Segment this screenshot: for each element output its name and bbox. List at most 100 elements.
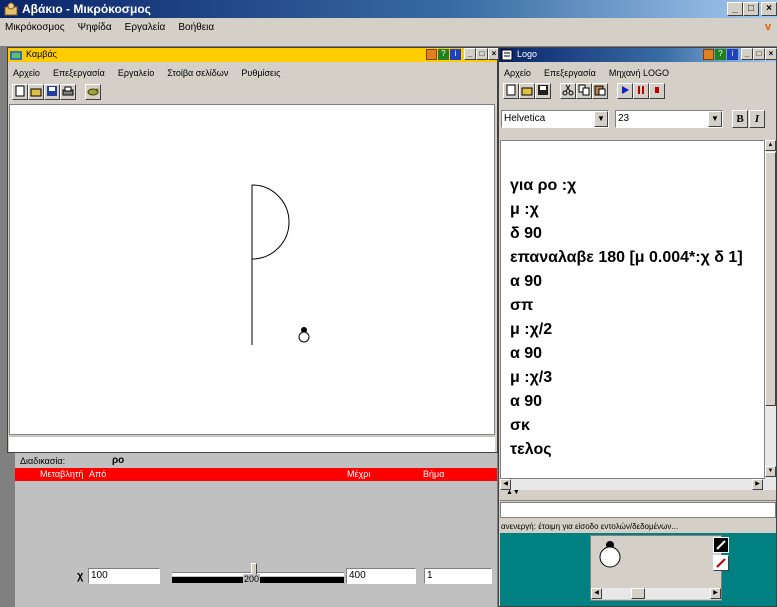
step-value-field[interactable]: 1	[424, 568, 492, 584]
turtle-tool-icon[interactable]	[85, 84, 102, 100]
code-line: τελος	[510, 441, 552, 458]
logo-pin-icon[interactable]	[703, 49, 714, 60]
canvas-menu-ergaleio[interactable]: Εργαλείο	[113, 66, 159, 80]
code-lines: για ρο :χ μ :χ δ 90 επαναλαβε 180 [μ 0.0…	[510, 174, 743, 462]
preview-scroll-left-button[interactable]: ◀	[591, 588, 602, 599]
chevron-down-icon[interactable]: v	[765, 18, 771, 36]
code-line: α 90	[510, 345, 543, 362]
close-button[interactable]: ×	[761, 2, 777, 16]
editor-horizontal-scrollbar[interactable]: ◀ ▶	[500, 479, 776, 490]
scroll-right-button[interactable]: ▶	[752, 479, 763, 490]
app-title: Αβάκιο - Μικρόκοσμος	[22, 2, 151, 16]
editor-splitter[interactable]: ▲▼	[500, 489, 776, 501]
minimize-button[interactable]: _	[727, 2, 743, 16]
app-menubar: Μικρόκοσμος Ψηφίδα Εργαλεία Βοήθεια v	[0, 18, 777, 36]
procedure-name: ρο	[112, 455, 125, 466]
new-file-icon[interactable]	[503, 83, 519, 99]
copy-icon[interactable]	[576, 83, 593, 99]
bold-button[interactable]: B	[732, 110, 748, 128]
save-file-icon[interactable]	[44, 84, 60, 100]
to-value-field[interactable]: 400	[346, 568, 416, 584]
canvas-menu-epexergasia[interactable]: Επεξεργασία	[48, 66, 110, 80]
font-family-select[interactable]: Helvetica ▼	[501, 110, 609, 128]
menu-ergaleia[interactable]: Εργαλεία	[120, 19, 171, 37]
logo-menu-arxeio[interactable]: Αρχείο	[499, 66, 536, 80]
help-icon[interactable]: ?	[438, 49, 449, 60]
menu-psifida[interactable]: Ψηφίδα	[73, 19, 117, 37]
app-icon	[4, 2, 18, 16]
logo-title: Logo	[517, 49, 538, 59]
menubar-divider	[0, 36, 777, 47]
font-family-dropdown-icon[interactable]: ▼	[594, 111, 608, 127]
stop-icon[interactable]	[649, 83, 666, 99]
logo-close-button[interactable]: ×	[765, 48, 777, 60]
eraser-pencil-icon	[716, 558, 726, 568]
logo-window: Logo ? i _ □ × Αρχείο Επεξεργασία Μηχανή…	[498, 47, 777, 607]
pen-up-button[interactable]	[713, 555, 729, 571]
scroll-up-button[interactable]: ▲	[765, 140, 776, 151]
logo-menubar: Αρχείο Επεξεργασία Μηχανή LOGO	[499, 66, 674, 80]
header-to: Μέχρι	[347, 469, 371, 479]
open-file-icon[interactable]	[28, 84, 44, 100]
save-icon[interactable]	[535, 83, 551, 99]
turtle-icon	[298, 327, 310, 343]
header-variable: Μεταβλητή	[40, 469, 84, 479]
editor-vertical-scrollbar[interactable]: ▲ ▼	[765, 140, 776, 479]
canvas-titlebar[interactable]: Καμβάς ? i _ □ ×	[8, 48, 500, 62]
font-family-value: Helvetica	[504, 113, 546, 124]
canvas-maximize-button[interactable]: □	[476, 48, 488, 60]
scroll-thumb[interactable]	[765, 152, 776, 406]
canvas-title: Καμβάς	[26, 49, 57, 59]
code-line: για ρο :χ	[510, 177, 577, 194]
logo-maximize-button[interactable]: □	[753, 48, 765, 60]
logo-menu-mixani[interactable]: Μηχανή LOGO	[604, 66, 674, 80]
logo-titlebar[interactable]: Logo ? i _ □ ×	[499, 48, 777, 62]
turtle-preview-scrollbar[interactable]: ◀ ▶	[591, 588, 721, 599]
canvas-menu-rythmiseis[interactable]: Ρυθμίσεις	[236, 66, 285, 80]
logo-info-icon[interactable]: i	[727, 49, 738, 60]
preview-scroll-right-button[interactable]: ▶	[710, 588, 721, 599]
app-titlebar[interactable]: Αβάκιο - Μικρόκοσμος _ □ ×	[0, 0, 777, 18]
logo-minimize-button[interactable]: _	[741, 48, 753, 60]
menu-voitheia[interactable]: Βοήθεια	[173, 19, 219, 37]
procedure-label: Διαδικασία:	[20, 456, 66, 466]
open-folder-icon[interactable]	[519, 83, 535, 99]
canvas-menu-arxeio[interactable]: Αρχείο	[8, 66, 45, 80]
italic-button[interactable]: I	[749, 110, 765, 128]
semicircle-path	[251, 184, 290, 260]
code-line: μ :χ	[510, 201, 539, 218]
paste-icon[interactable]	[592, 83, 609, 99]
info-icon[interactable]: i	[450, 49, 461, 60]
font-size-select[interactable]: 23 ▼	[615, 110, 723, 128]
menu-mikrokosmos[interactable]: Μικρόκοσμος	[0, 19, 70, 37]
font-size-dropdown-icon[interactable]: ▼	[708, 111, 722, 127]
maximize-button[interactable]: □	[743, 2, 759, 16]
turtle-drawing	[251, 184, 310, 345]
canvas-menu-stoiva[interactable]: Στοίβα σελίδων	[162, 66, 233, 80]
code-line: μ :χ/3	[510, 369, 553, 386]
pause-icon[interactable]	[633, 83, 650, 99]
command-input[interactable]	[500, 502, 776, 518]
logo-help-icon[interactable]: ?	[715, 49, 726, 60]
logo-code-editor[interactable]: για ρο :χ μ :χ δ 90 επαναλαβε 180 [μ 0.0…	[500, 140, 765, 479]
value-slider[interactable]: 200	[172, 563, 344, 593]
new-page-icon[interactable]	[12, 84, 28, 100]
turtle-preview[interactable]: ◀ ▶	[590, 535, 722, 601]
preview-scroll-thumb[interactable]	[631, 588, 645, 599]
print-icon[interactable]	[60, 84, 76, 100]
scroll-down-button[interactable]: ▼	[765, 466, 776, 477]
code-line: σκ	[510, 417, 530, 434]
logo-menu-epexergasia[interactable]: Επεξεργασία	[539, 66, 601, 80]
procedure-panel: Διαδικασία: ρο Μεταβλητή Από Μέχρι Βήμα …	[15, 453, 497, 607]
logo-window-icon	[501, 49, 513, 61]
canvas-minimize-button[interactable]: _	[464, 48, 476, 60]
cut-icon[interactable]	[560, 83, 577, 99]
pencil-icon	[716, 540, 726, 550]
pin-icon[interactable]	[426, 49, 437, 60]
variable-name: χ	[77, 570, 84, 582]
pen-down-button[interactable]	[713, 537, 729, 553]
from-value-field[interactable]: 100	[88, 568, 160, 584]
run-icon[interactable]	[617, 83, 634, 99]
turtle-panel: ◀ ▶	[500, 533, 776, 606]
drawing-canvas[interactable]	[9, 104, 495, 435]
